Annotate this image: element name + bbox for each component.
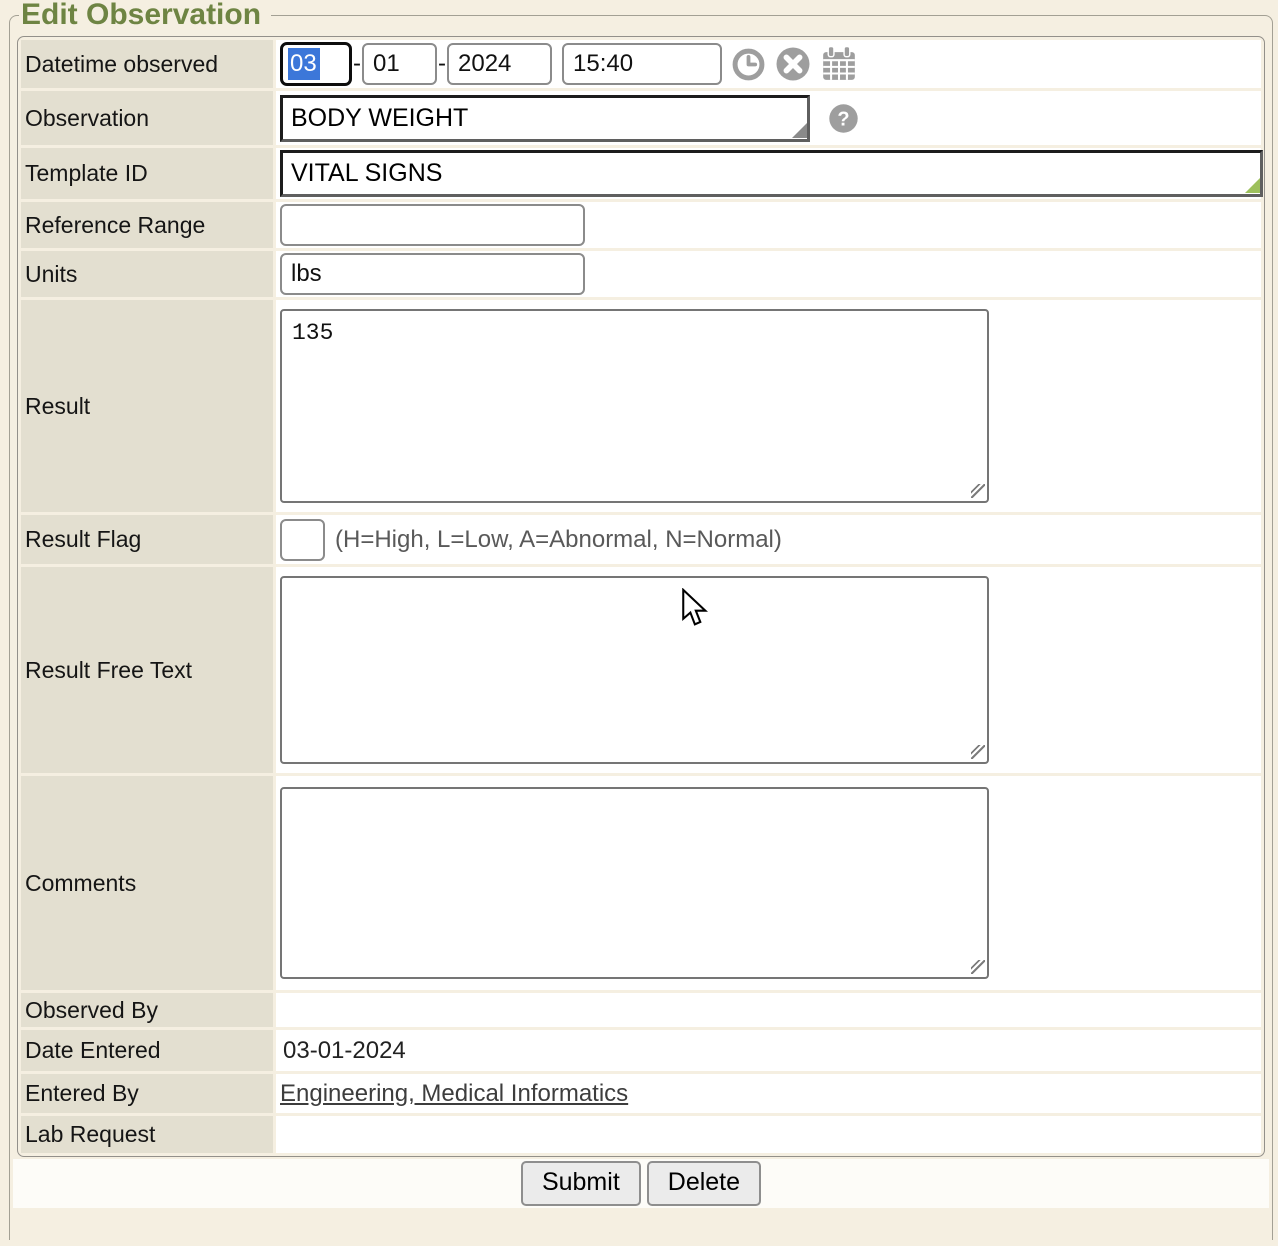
comments-label: Comments bbox=[21, 776, 273, 990]
datetime-observed-label: Datetime observed bbox=[21, 40, 273, 88]
entered-by-link[interactable]: Engineering, Medical Informatics bbox=[280, 1080, 628, 1107]
row-datetime-observed: Datetime observed 03 - - bbox=[21, 40, 1261, 88]
result-flag-input[interactable] bbox=[280, 519, 325, 561]
observed-by-value bbox=[280, 996, 283, 1023]
page-title: Edit Observation bbox=[19, 0, 271, 30]
row-observation: Observation BODY WEIGHT ? bbox=[21, 91, 1261, 145]
year-input[interactable] bbox=[447, 43, 552, 85]
result-flag-hint: (H=High, L=Low, A=Abnormal, N=Normal) bbox=[335, 526, 782, 554]
svg-text:?: ? bbox=[837, 108, 849, 130]
observation-label: Observation bbox=[21, 91, 273, 145]
date-entered-value: 03-01-2024 bbox=[280, 1037, 406, 1064]
row-entered-by: Entered By Engineering, Medical Informat… bbox=[21, 1074, 1261, 1113]
result-free-text-textarea[interactable] bbox=[280, 576, 989, 764]
date-separator: - bbox=[353, 50, 361, 78]
help-icon[interactable]: ? bbox=[828, 103, 859, 134]
lab-request-value bbox=[280, 1121, 283, 1148]
resize-grip[interactable] bbox=[971, 745, 985, 759]
date-separator: - bbox=[438, 50, 446, 78]
row-date-entered: Date Entered 03-01-2024 bbox=[21, 1030, 1261, 1071]
month-input[interactable]: 03 bbox=[280, 42, 352, 86]
row-lab-request: Lab Request bbox=[21, 1116, 1261, 1153]
units-input[interactable] bbox=[280, 253, 585, 295]
resize-grip[interactable] bbox=[971, 484, 985, 498]
comments-textarea[interactable] bbox=[280, 787, 989, 979]
month-input-selected-text: 03 bbox=[288, 48, 320, 80]
result-flag-label: Result Flag bbox=[21, 515, 273, 564]
observation-form-table: Datetime observed 03 - - bbox=[17, 36, 1265, 1157]
delete-button[interactable]: Delete bbox=[647, 1161, 761, 1206]
observed-by-label: Observed By bbox=[21, 993, 273, 1027]
edit-observation-panel: Edit Observation Datetime observed 03 - … bbox=[9, 0, 1273, 1240]
units-label: Units bbox=[21, 251, 273, 297]
result-label: Result bbox=[21, 300, 273, 512]
entered-by-label: Entered By bbox=[21, 1074, 273, 1113]
row-reference-range: Reference Range bbox=[21, 202, 1261, 248]
submit-button[interactable]: Submit bbox=[521, 1161, 641, 1206]
row-units: Units bbox=[21, 251, 1261, 297]
row-observed-by: Observed By bbox=[21, 993, 1261, 1027]
template-id-label: Template ID bbox=[21, 148, 273, 199]
form-actions: Submit Delete bbox=[13, 1159, 1269, 1208]
clock-icon[interactable] bbox=[731, 47, 766, 82]
row-result-free-text: Result Free Text bbox=[21, 567, 1261, 773]
result-free-text-label: Result Free Text bbox=[21, 567, 273, 773]
date-entered-label: Date Entered bbox=[21, 1030, 273, 1071]
result-textarea[interactable]: 135 bbox=[280, 309, 989, 503]
resize-grip[interactable] bbox=[1245, 178, 1260, 193]
reference-range-input[interactable] bbox=[280, 204, 585, 246]
day-input[interactable] bbox=[362, 43, 437, 85]
reference-range-label: Reference Range bbox=[21, 202, 273, 248]
clear-icon[interactable] bbox=[775, 46, 811, 82]
lab-request-label: Lab Request bbox=[21, 1116, 273, 1153]
observation-input[interactable]: BODY WEIGHT bbox=[280, 95, 810, 142]
row-result-flag: Result Flag (H=High, L=Low, A=Abnormal, … bbox=[21, 515, 1261, 564]
row-comments: Comments bbox=[21, 776, 1261, 990]
resize-grip[interactable] bbox=[971, 960, 985, 974]
resize-grip[interactable] bbox=[792, 123, 807, 138]
time-input[interactable] bbox=[562, 43, 722, 85]
row-template-id: Template ID VITAL SIGNS bbox=[21, 148, 1261, 199]
calendar-icon[interactable] bbox=[820, 45, 858, 83]
row-result: Result 135 bbox=[21, 300, 1261, 512]
template-id-input[interactable]: VITAL SIGNS bbox=[280, 150, 1263, 197]
